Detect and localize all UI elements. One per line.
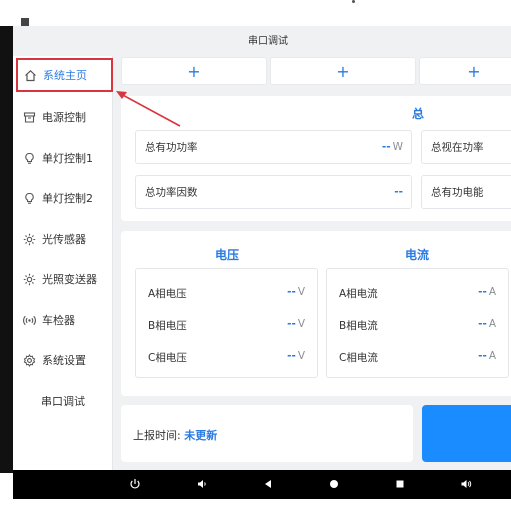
recent-apps-icon[interactable]	[393, 477, 407, 491]
sidebar-item-label: 车检器	[42, 314, 75, 327]
field-value: -- W	[381, 141, 403, 153]
report-time-value: 未更新	[184, 429, 218, 442]
bulb-icon	[23, 152, 36, 165]
current-row-a: A相电流 -- A	[339, 286, 496, 300]
gear-icon	[23, 353, 36, 367]
sun-icon	[23, 273, 36, 286]
volume-down-icon[interactable]	[195, 477, 209, 491]
page-title: 串口调试	[248, 36, 288, 47]
total-apparent-power-field: 总视在功率	[421, 130, 511, 164]
signal-icon	[23, 314, 36, 327]
sidebar-item-label: 光照变送器	[42, 273, 97, 286]
sidebar: 系统主页 电源控制 单灯控制1 单灯控制2 光传感器 光照变送器 车检器 系统设…	[13, 56, 113, 470]
sidebar-item-vehicle-detector[interactable]: 车检器	[13, 301, 113, 339]
current-title: 电流	[405, 248, 430, 262]
bulb-icon	[23, 192, 36, 205]
total-power-factor-field: 总功率因数 --	[135, 175, 412, 209]
voltage-row-c: C相电压 -- V	[148, 350, 305, 364]
field-value: --	[394, 186, 403, 198]
sidebar-item-light-transmitter[interactable]: 光照变送器	[13, 260, 113, 298]
home-icon	[24, 69, 37, 82]
sun-icon	[23, 233, 36, 246]
archive-icon	[23, 111, 36, 124]
report-time: 上报时间: 未更新	[133, 427, 217, 443]
field-label: 总视在功率	[431, 141, 484, 154]
status-indicator-icon	[21, 18, 29, 26]
total-panel: 总 总有功功率 -- W 总视在功率 总功率因数 -- 总有功电能	[121, 96, 511, 221]
sidebar-item-label: 单灯控制1	[42, 152, 93, 165]
sidebar-item-label: 系统设置	[42, 354, 86, 367]
top-bezel	[0, 0, 511, 13]
home-nav-icon[interactable]	[327, 477, 341, 491]
add-tab-button-2[interactable]: +	[270, 57, 416, 85]
sidebar-item-light-control-1[interactable]: 单灯控制1	[13, 139, 113, 177]
total-panel-title: 总	[412, 107, 425, 121]
back-icon[interactable]	[261, 477, 275, 491]
sidebar-item-system-settings[interactable]: 系统设置	[13, 341, 113, 379]
sidebar-item-label: 单灯控制2	[42, 192, 93, 205]
current-row-c: C相电流 -- A	[339, 350, 496, 364]
volume-up-icon[interactable]	[459, 477, 473, 491]
voltage-row-a: A相电压 -- V	[148, 286, 305, 300]
action-button[interactable]	[422, 405, 511, 462]
voltage-box: A相电压 -- V B相电压 -- V C相电压 -- V	[135, 268, 318, 378]
field-label: 总有功电能	[431, 186, 484, 199]
sidebar-item-label: 电源控制	[42, 111, 86, 124]
camera-dot	[352, 0, 355, 3]
tablet-device: 串口调试 + + + 系统主页 电源控制 单灯控制1 单灯控制2 光传感器 光照…	[0, 0, 511, 511]
sidebar-item-power-control[interactable]: 电源控制	[13, 98, 113, 136]
sidebar-item-home[interactable]: 系统主页	[16, 58, 113, 92]
total-active-energy-field: 总有功电能	[421, 175, 511, 209]
voltage-row-b: B相电压 -- V	[148, 318, 305, 332]
sidebar-item-light-sensor[interactable]: 光传感器	[13, 220, 113, 258]
current-box: A相电流 -- A B相电流 -- A C相电流 -- A	[326, 268, 509, 378]
add-tab-button-3[interactable]: +	[419, 57, 511, 85]
add-tab-button-1[interactable]: +	[121, 57, 267, 85]
left-bezel	[0, 26, 13, 473]
report-time-label: 上报时间:	[133, 429, 185, 442]
report-panel: 上报时间: 未更新	[121, 405, 413, 462]
field-label: 总有功功率	[145, 141, 198, 154]
voltage-title: 电压	[215, 248, 240, 262]
sidebar-item-label: 光传感器	[42, 233, 86, 246]
total-active-power-field: 总有功功率 -- W	[135, 130, 412, 164]
current-row-b: B相电流 -- A	[339, 318, 496, 332]
sidebar-item-serial-debug[interactable]: 串口调试	[13, 382, 113, 420]
sidebar-item-label: 串口调试	[41, 395, 85, 408]
voltage-current-panel: 电压 电流 A相电压 --V B相电压 --V C相电压 --V A相电流	[121, 231, 511, 396]
sidebar-item-label: 系统主页	[43, 69, 87, 82]
android-nav-bar	[13, 470, 511, 499]
app-screen: 串口调试 + + + 系统主页 电源控制 单灯控制1 单灯控制2 光传感器 光照…	[13, 26, 511, 470]
sidebar-item-light-control-2[interactable]: 单灯控制2	[13, 179, 113, 217]
power-icon[interactable]	[128, 477, 142, 491]
field-label: 总功率因数	[145, 186, 198, 199]
